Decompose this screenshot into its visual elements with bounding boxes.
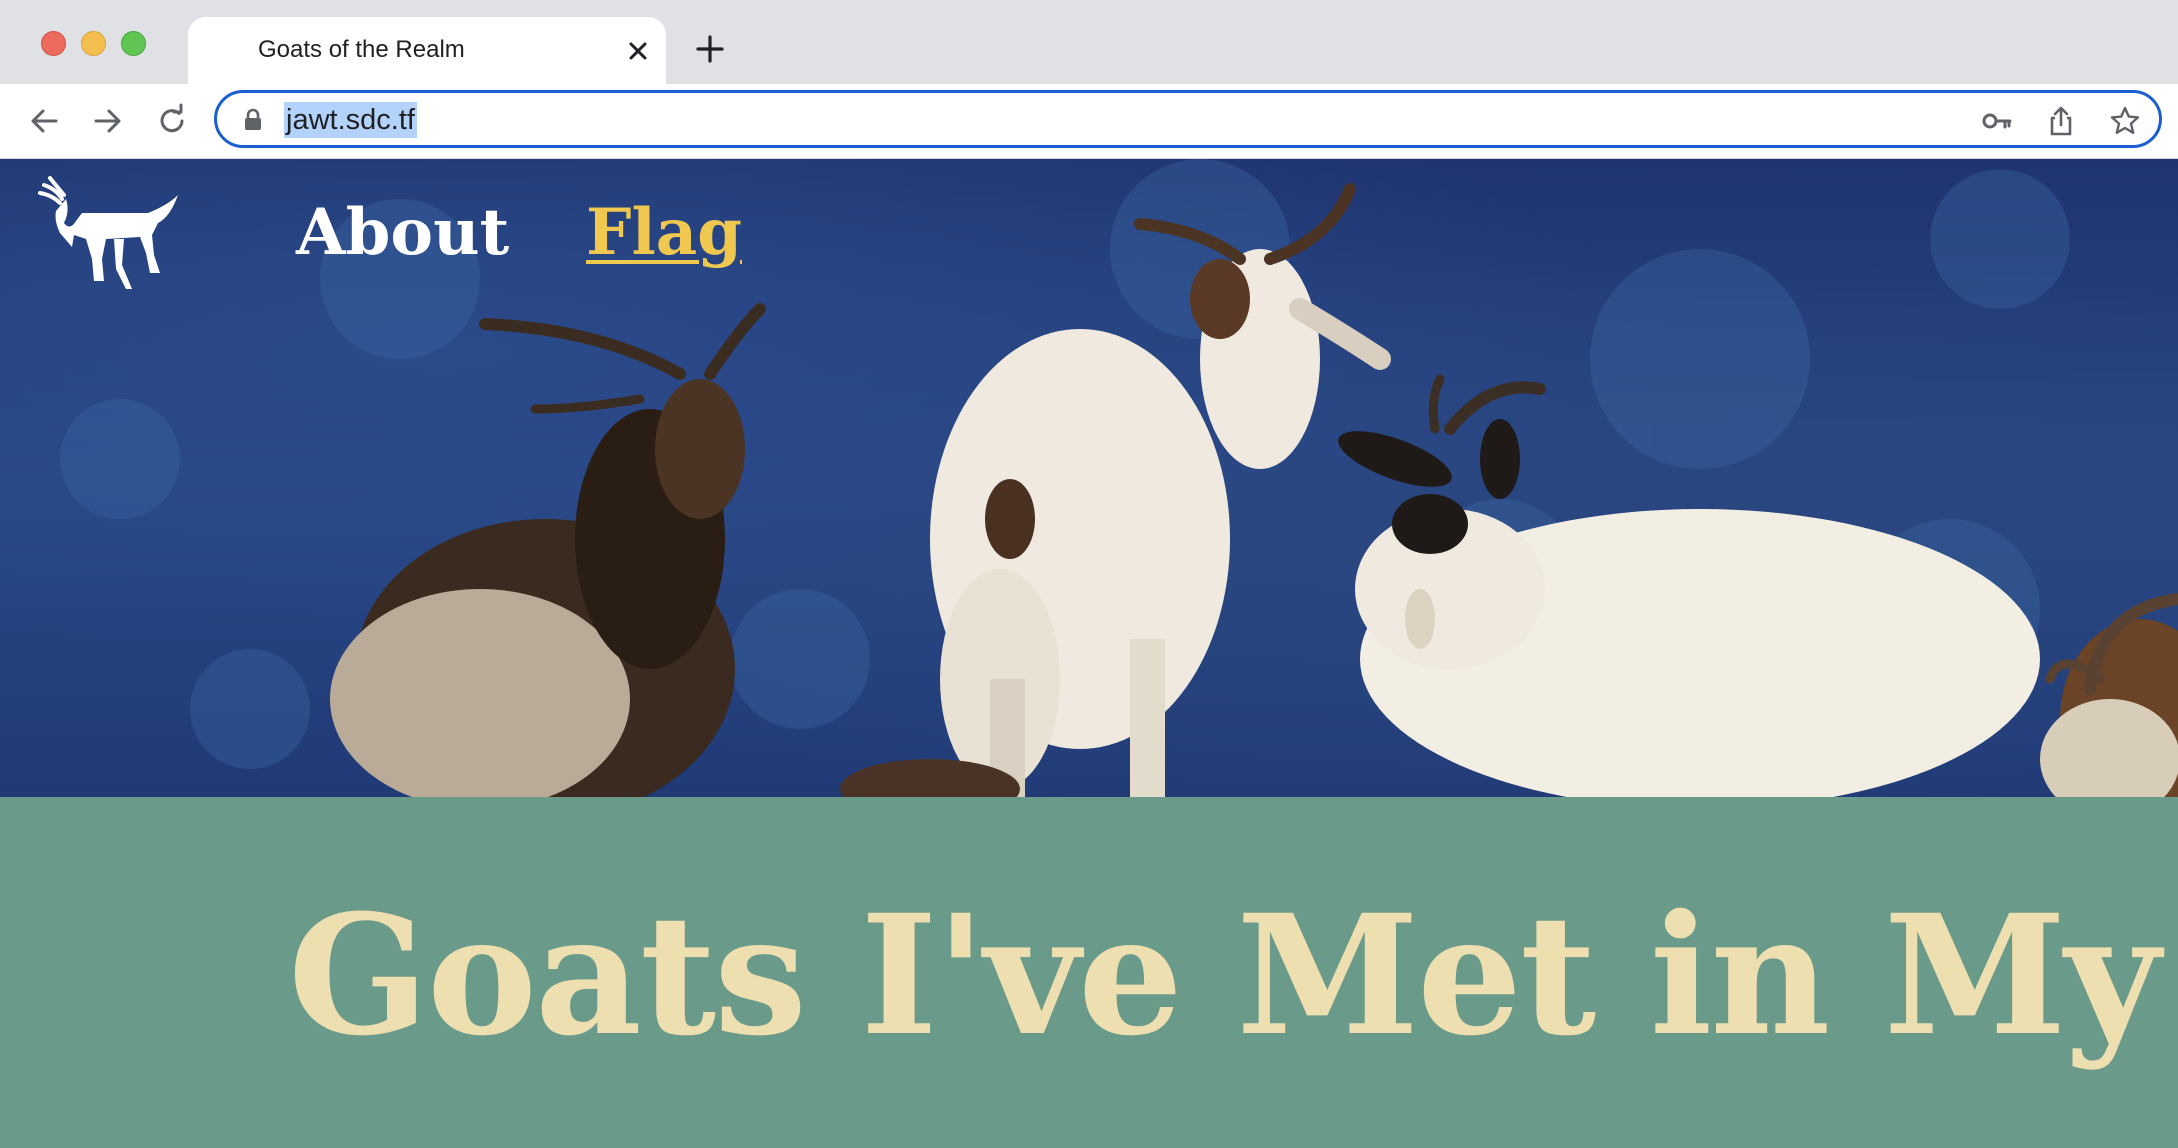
browser-tab-active[interactable]: Goats of the Realm <box>188 17 666 84</box>
page-viewport: About Flag Goats I've Met in My Tra <box>0 159 2178 1148</box>
reload-icon[interactable] <box>154 103 190 139</box>
lock-icon[interactable] <box>243 108 263 132</box>
url-text[interactable]: jawt.sdc.tf <box>284 102 417 138</box>
back-arrow-icon[interactable] <box>26 103 62 139</box>
forward-arrow-icon[interactable] <box>90 103 126 139</box>
address-bar[interactable]: jawt.sdc.tf <box>214 90 2162 148</box>
nav-link-flag[interactable]: Flag <box>586 193 742 273</box>
key-icon[interactable] <box>1981 105 2013 137</box>
star-icon[interactable] <box>2109 105 2141 137</box>
share-icon[interactable] <box>2045 105 2077 137</box>
tab-title: Goats of the Realm <box>258 36 465 63</box>
close-window-button[interactable] <box>41 31 66 56</box>
plus-icon[interactable] <box>694 33 726 65</box>
close-icon[interactable] <box>624 37 652 65</box>
goat-logo-icon[interactable] <box>30 173 180 293</box>
maximize-window-button[interactable] <box>121 31 146 56</box>
title-banner: Goats I've Met in My Tra <box>0 797 2178 1148</box>
hero-section: About Flag <box>0 159 2178 797</box>
browser-titlebar: Goats of the Realm <box>0 0 2178 84</box>
nav-link-about[interactable]: About <box>296 193 509 273</box>
browser-toolbar: jawt.sdc.tf <box>0 84 2178 159</box>
page-headline: Goats I've Met in My Tra <box>288 878 2178 1072</box>
minimize-window-button[interactable] <box>81 31 106 56</box>
